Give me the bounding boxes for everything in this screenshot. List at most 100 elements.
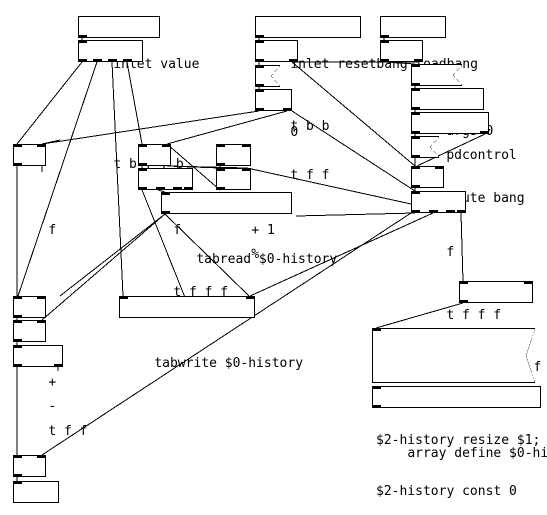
inlet-nub (380, 40, 389, 43)
object-plus[interactable]: + (13, 296, 56, 390)
inlet-nub (411, 88, 420, 91)
object-loadbang[interactable]: loadbang (380, 16, 478, 72)
object-trigger-f-f-f-mid[interactable]: t f f f (138, 168, 228, 300)
object-float-right[interactable]: f (411, 166, 454, 260)
outlet-nub (13, 315, 22, 318)
message-zero[interactable]: 0 (255, 65, 298, 140)
inlet-nub (13, 481, 22, 484)
outlet-nub (13, 474, 22, 477)
inlet-nub-right (435, 166, 444, 169)
inlet-nub (13, 345, 22, 348)
inlet-nub (372, 386, 381, 389)
object-outlet[interactable]: outlet (13, 481, 59, 503)
inlet-nub-left (13, 144, 22, 147)
outlet-nub (13, 339, 22, 342)
outlet-nub-3 (457, 210, 466, 213)
object-text: f (446, 245, 455, 260)
object-text: t f f (290, 168, 330, 183)
outlet-nub-1 (283, 108, 292, 111)
inlet-nub (255, 65, 264, 68)
outlet-nub (411, 185, 420, 188)
outlet-nub-3 (123, 59, 132, 62)
inlet-nub-left (216, 144, 225, 147)
outlet-nub-0 (78, 59, 87, 62)
inlet-nub-left (216, 168, 225, 171)
inlet-nub-left (13, 455, 22, 458)
outlet-nub (459, 300, 468, 303)
outlet-nub (380, 35, 389, 38)
inlet-nub (78, 40, 87, 43)
outlet-nub-1 (429, 210, 438, 213)
object-pack[interactable]: pack f $0 (459, 281, 541, 375)
inlet-nub-right (242, 144, 251, 147)
object-modulo[interactable]: % (216, 168, 259, 262)
outlet-nub-2 (173, 187, 182, 190)
object-tabread[interactable]: tabread $0-history (161, 192, 337, 267)
object-tabwrite[interactable]: tabwrite $0-history (119, 296, 303, 371)
message-ten[interactable]: 10 (411, 136, 462, 211)
inlet-nub (255, 40, 264, 43)
inlet-nub-left (13, 296, 22, 299)
outlet-nub (372, 405, 381, 408)
inlet-nub-right (37, 144, 46, 147)
outlet-nub-1 (480, 131, 489, 134)
outlet-nub (411, 83, 420, 86)
outlet-nub-0 (255, 108, 264, 111)
outlet-nub-1 (93, 59, 102, 62)
object-pdcontrol[interactable]: pdcontrol (411, 88, 517, 163)
inlet-nub-left (459, 281, 468, 284)
object-trigger-f-f-reset[interactable]: t f f (255, 89, 329, 183)
outlet-nub (138, 163, 147, 166)
outlet-nub (161, 211, 170, 214)
object-text: tabread $0-history (196, 252, 338, 267)
object-trigger-b-f-f-b[interactable]: t b f f b (78, 40, 184, 172)
object-text: f (48, 223, 57, 238)
message-text: 0 (290, 125, 299, 140)
inlet-nub (372, 328, 381, 331)
object-float-mid[interactable]: f (138, 144, 181, 238)
object-inlet-resetbang[interactable]: inlet resetbang (255, 16, 408, 72)
object-plus-one[interactable]: + 1 (216, 144, 275, 238)
object-array-define[interactable]: array define $0-history (372, 386, 547, 461)
inlet-nub-right (37, 320, 46, 323)
outlet-nub-1 (54, 364, 63, 367)
object-route-bang[interactable]: route bang (411, 112, 525, 206)
inlet-nub-right (246, 296, 255, 299)
inlet-nub (138, 168, 147, 171)
inlet-nub (411, 112, 420, 115)
outlet-nub (255, 84, 264, 87)
message-line-2: $2-history const 0 (376, 484, 517, 499)
outlet-nub-2 (108, 59, 117, 62)
pd-patch-canvas: inlet value t b f f b inlet resetbang t … (0, 0, 547, 515)
inlet-nub-left (411, 166, 420, 169)
outlet-nub (255, 35, 264, 38)
inlet-nub (411, 191, 420, 194)
inlet-nub-right (524, 281, 533, 284)
object-trigger-f-f-f-right[interactable]: t f f f (411, 191, 501, 323)
outlet-nub-0 (13, 364, 22, 367)
outlet-nub (216, 187, 225, 190)
outlet-nub-0 (138, 187, 147, 190)
inlet-nub (161, 192, 170, 195)
outlet-nub-0 (380, 59, 389, 62)
message-resize-const[interactable]: ; $2-history resize $1; $2-history const… (372, 328, 540, 499)
object-inlet-value[interactable]: inlet value (78, 16, 199, 72)
object-text: array define $0-history (407, 446, 547, 461)
object-trigger-f-f-left[interactable]: t f f (13, 345, 87, 439)
outlet-nub-1 (414, 59, 423, 62)
inlet-nub (411, 136, 420, 139)
outlet-nub (411, 107, 420, 110)
message-args[interactable]: args 0 (411, 64, 493, 139)
inlet-nub-left (119, 296, 128, 299)
object-trigger-b-b-reset[interactable]: t b b (255, 40, 329, 134)
outlet-nub (411, 155, 420, 158)
object-trigger-b-b-loadbang[interactable]: t b b (380, 40, 454, 134)
inlet-nub-left (138, 144, 147, 147)
object-minus[interactable]: - (13, 320, 56, 414)
object-text: t f f (48, 424, 88, 439)
object-float-left[interactable]: f (13, 144, 56, 238)
object-divide[interactable]: / (13, 455, 46, 477)
object-text: + (48, 375, 57, 390)
object-text: - (48, 399, 57, 414)
outlet-nub-1 (289, 59, 298, 62)
